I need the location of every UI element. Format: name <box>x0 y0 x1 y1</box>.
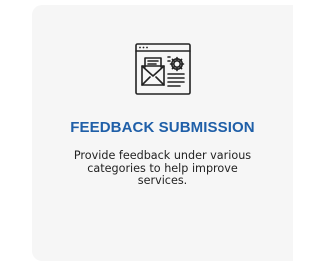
card-title: FEEDBACK SUBMISSION <box>70 119 255 136</box>
card-description: Provide feedback under various categorie… <box>73 149 252 187</box>
feedback-submission-card[interactable]: FEEDBACK SUBMISSION Provide feedback und… <box>32 5 293 261</box>
page: FEEDBACK SUBMISSION Provide feedback und… <box>0 0 293 261</box>
feedback-form-settings-icon <box>130 40 196 98</box>
